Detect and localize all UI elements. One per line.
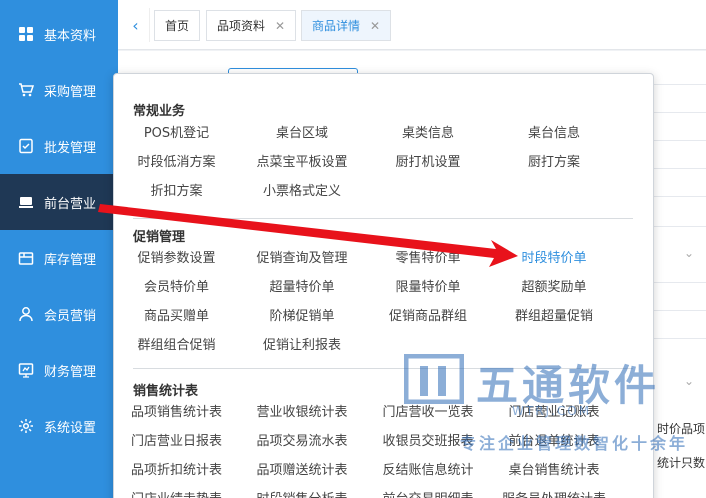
menu-item-pos-register[interactable]: POS机登记 <box>114 119 239 148</box>
menu-item-tablet-settings[interactable]: 点菜宝平板设置 <box>239 148 365 177</box>
sidebar-item-label: 会员营销 <box>44 308 97 324</box>
close-icon[interactable]: ✕ <box>370 19 380 33</box>
menu-item-item-sales-stats[interactable]: 品项销售统计表 <box>114 398 239 427</box>
sidebar-item-label: 财务管理 <box>44 364 97 380</box>
menu-item-shift-report[interactable]: 收银员交班报表 <box>365 427 491 456</box>
menu-item-over-qty-special[interactable]: 超量特价单 <box>239 273 365 302</box>
menu-item-time-sales-analysis[interactable]: 时段销售分析表 <box>239 485 365 498</box>
user-icon <box>18 306 34 322</box>
section-divider <box>133 218 633 219</box>
cart-icon <box>18 82 34 98</box>
menu-item-item-transaction-log[interactable]: 品项交易流水表 <box>239 427 365 456</box>
tab-product-details[interactable]: 商品详情 ✕ <box>301 10 392 41</box>
sidebar: 基本资料 采购管理 批发管理 前台营业 库存管理 会员营销 财务管理 系统设置 <box>0 0 118 498</box>
menu-item-time-min-spend[interactable]: 时段低消方案 <box>114 148 239 177</box>
inventory-icon <box>18 250 34 266</box>
menu-item-kitchen-print-plan[interactable]: 厨打方案 <box>491 148 617 177</box>
menu-grid-promotion: 促销参数设置 促销查询及管理 零售特价单 时段特价单 会员特价单 超量特价单 限… <box>114 244 617 360</box>
menu-item-waiter-stats[interactable]: 服务员处理统计表 <box>491 485 617 498</box>
close-icon[interactable]: ✕ <box>275 19 285 33</box>
menu-item-promo-query[interactable]: 促销查询及管理 <box>239 244 365 273</box>
menu-item-transaction-details[interactable]: 前台交易明细表 <box>365 485 491 498</box>
menu-item-kitchen-printer[interactable]: 厨打机设置 <box>365 148 491 177</box>
menu-item-limited-special[interactable]: 限量特价单 <box>365 273 491 302</box>
menu-item-table-area[interactable]: 桌台区域 <box>239 119 365 148</box>
sidebar-item-front-desk[interactable]: 前台营业 <box>0 174 118 230</box>
menu-item-table-sales-stats[interactable]: 桌台销售统计表 <box>491 456 617 485</box>
sidebar-item-system-settings[interactable]: 系统设置 <box>0 398 118 454</box>
section-title-promotion: 促销管理 <box>133 230 186 245</box>
sidebar-item-label: 系统设置 <box>44 420 97 436</box>
field-label: 时价品项 <box>657 422 706 436</box>
tab-item-data[interactable]: 品项资料 ✕ <box>206 10 297 41</box>
menu-item-store-revenue-overview[interactable]: 门店营收一览表 <box>365 398 491 427</box>
finance-icon <box>18 362 34 378</box>
menu-item-cashier-stats[interactable]: 营业收银统计表 <box>239 398 365 427</box>
sidebar-item-basic-data[interactable]: 基本资料 <box>0 6 118 62</box>
sidebar-item-label: 基本资料 <box>44 28 97 44</box>
menu-item-refund-stats[interactable]: 前台退单统计表 <box>491 427 617 456</box>
field-label: 统计只数 <box>657 456 706 470</box>
menu-item-tiered-promo[interactable]: 阶梯促销单 <box>239 302 365 331</box>
cashier-icon <box>18 194 34 210</box>
menu-item-receipt-format[interactable]: 小票格式定义 <box>239 177 365 206</box>
menu-item-store-daily-report[interactable]: 门店营业日报表 <box>114 427 239 456</box>
sidebar-item-inventory[interactable]: 库存管理 <box>0 230 118 286</box>
tab-label: 商品详情 <box>312 19 361 33</box>
menu-item-retail-special[interactable]: 零售特价单 <box>365 244 491 273</box>
chevron-down-icon[interactable]: ⌄ <box>684 374 694 388</box>
gear-icon <box>18 418 34 434</box>
sidebar-item-wholesale[interactable]: 批发管理 <box>0 118 118 174</box>
front-desk-menu-panel: 常规业务 POS机登记 桌台区域 桌类信息 桌台信息 时段低消方案 点菜宝平板设… <box>113 73 654 498</box>
menu-item-table-info[interactable]: 桌台信息 <box>491 119 617 148</box>
menu-item-time-special[interactable]: 时段特价单 <box>491 244 617 273</box>
sidebar-item-label: 批发管理 <box>44 140 97 156</box>
menu-item-over-amount-reward[interactable]: 超额奖励单 <box>491 273 617 302</box>
menu-item-table-type[interactable]: 桌类信息 <box>365 119 491 148</box>
menu-item-discount-plan[interactable]: 折扣方案 <box>114 177 239 206</box>
menu-item-reverse-checkout-stats[interactable]: 反结账信息统计 <box>365 456 491 485</box>
sidebar-item-label: 采购管理 <box>44 84 97 100</box>
section-title-sales-stats: 销售统计表 <box>133 384 199 399</box>
sidebar-item-finance[interactable]: 财务管理 <box>0 342 118 398</box>
menu-item-member-special[interactable]: 会员特价单 <box>114 273 239 302</box>
menu-grid-sales-stats: 品项销售统计表 营业收银统计表 门店营收一览表 门店营业记账表 门店营业日报表 … <box>114 398 617 498</box>
grid-icon <box>18 26 34 42</box>
menu-grid-regular: POS机登记 桌台区域 桌类信息 桌台信息 时段低消方案 点菜宝平板设置 厨打机… <box>114 119 617 206</box>
tab-label: 品项资料 <box>217 19 266 33</box>
menu-item-store-trend[interactable]: 门店业绩走势表 <box>114 485 239 498</box>
section-title-regular: 常规业务 <box>133 104 186 119</box>
sidebar-item-member-marketing[interactable]: 会员营销 <box>0 286 118 342</box>
tab-home[interactable]: 首页 <box>154 10 201 41</box>
checklist-icon <box>18 138 34 154</box>
section-divider <box>133 368 633 369</box>
menu-item-promo-discount-report[interactable]: 促销让利报表 <box>239 331 365 360</box>
menu-item-item-discount-stats[interactable]: 品项折扣统计表 <box>114 456 239 485</box>
sidebar-item-label: 前台营业 <box>44 196 97 212</box>
sidebar-item-purchasing[interactable]: 采购管理 <box>0 62 118 118</box>
tab-bar: ‹ 首页 品项资料 ✕ 商品详情 ✕ <box>118 0 706 50</box>
menu-item-group-combo[interactable]: 群组组合促销 <box>114 331 239 360</box>
menu-item-group-over-qty[interactable]: 群组超量促销 <box>491 302 617 331</box>
sidebar-item-label: 库存管理 <box>44 252 97 268</box>
chevron-down-icon[interactable]: ⌄ <box>684 246 694 260</box>
tab-label: 首页 <box>165 19 190 33</box>
menu-item-promo-group[interactable]: 促销商品群组 <box>365 302 491 331</box>
menu-item-promo-params[interactable]: 促销参数设置 <box>114 244 239 273</box>
menu-item-store-ledger[interactable]: 门店营业记账表 <box>491 398 617 427</box>
menu-item-buy-gift[interactable]: 商品买赠单 <box>114 302 239 331</box>
menu-item-item-gift-stats[interactable]: 品项赠送统计表 <box>239 456 365 485</box>
chevron-left-icon[interactable]: ‹ <box>122 8 150 42</box>
